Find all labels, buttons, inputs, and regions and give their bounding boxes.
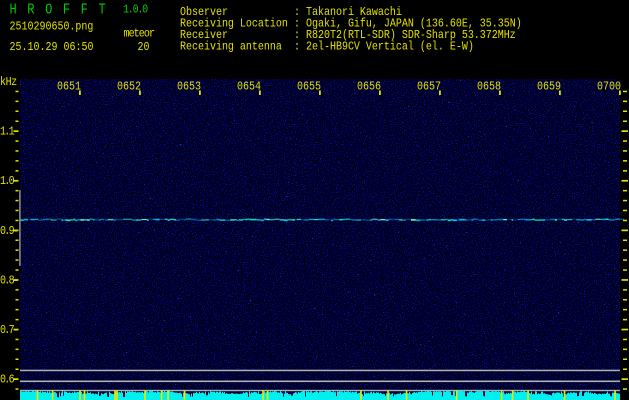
svg-text:0.7-: 0.7-: [0, 324, 17, 337]
svg-text:06:50: 06:50: [64, 41, 94, 54]
svg-text:25.10.29: 25.10.29: [10, 41, 58, 54]
svg-text:0652: 0652: [117, 81, 141, 94]
svg-text:20: 20: [138, 41, 150, 54]
svg-text:0.6-: 0.6-: [0, 374, 17, 387]
svg-text:meteor: meteor: [124, 28, 155, 41]
svg-text:0658: 0658: [477, 81, 501, 94]
svg-text:0.8-: 0.8-: [0, 275, 17, 288]
svg-text:0659: 0659: [537, 81, 561, 94]
svg-text:Receiving antenna: Receiving antenna: [180, 41, 282, 54]
svg-text:0657: 0657: [417, 81, 441, 94]
svg-text:0654: 0654: [237, 81, 261, 94]
svg-text:0651: 0651: [57, 81, 81, 94]
svg-text:0.9-: 0.9-: [0, 225, 17, 238]
svg-text:2510290650.png: 2510290650.png: [10, 21, 94, 34]
svg-text:1.0-: 1.0-: [0, 175, 17, 188]
svg-text:0655: 0655: [297, 81, 321, 94]
svg-text:HROFFT: HROFFT: [10, 3, 117, 19]
svg-text:0700: 0700: [597, 81, 621, 94]
svg-text:0653: 0653: [177, 81, 201, 94]
svg-text:1.1-: 1.1-: [0, 126, 17, 139]
svg-text:kHz: kHz: [0, 76, 17, 89]
svg-text:: 2el-HB9CV Vertical (el. E-W): : 2el-HB9CV Vertical (el. E-W): [294, 41, 474, 54]
svg-text:0656: 0656: [357, 81, 381, 94]
svg-text:1.0.0: 1.0.0: [123, 4, 148, 17]
